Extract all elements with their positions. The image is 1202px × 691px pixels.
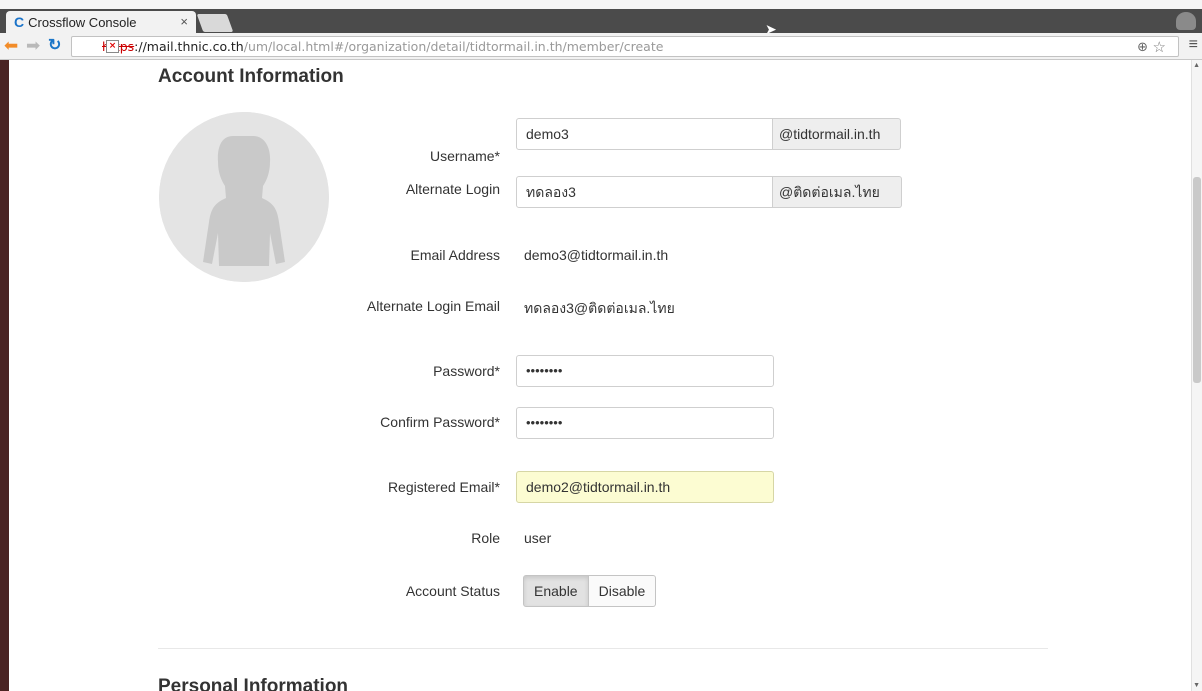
browser-menu-icon[interactable]: ≡ (1189, 36, 1198, 54)
email-address-value: demo3@tidtormail.in.th (524, 247, 669, 263)
password-input[interactable]: •••••••• (516, 355, 774, 387)
insecure-lock-icon[interactable]: × (106, 40, 119, 53)
person-silhouette-icon (159, 112, 329, 282)
section-divider (158, 648, 1048, 649)
registered-email-input[interactable]: demo2@tidtormail.in.th (516, 471, 774, 503)
bookmark-star-icon[interactable]: ☆ (1153, 38, 1166, 57)
username-domain-addon: @tidtormail.in.th (773, 118, 901, 150)
browser-toolbar: ⬅ ➡ ↻ × https://mail.thnic.co.th/um/loca… (0, 33, 1202, 60)
zoom-icon[interactable]: ⊕ (1137, 38, 1148, 57)
role-value: user (524, 530, 552, 546)
scrollbar-thumb[interactable] (1193, 177, 1201, 383)
confirm-password-label: Confirm Password* (380, 414, 500, 430)
url-host: ://mail.thnic.co.th (134, 39, 244, 54)
tab-close-icon[interactable]: × (180, 14, 188, 29)
account-status-toggle: Enable Disable (523, 575, 657, 607)
registered-email-label: Registered Email* (387, 479, 500, 495)
alternate-login-email-label: Alternate Login Email (366, 298, 500, 314)
incognito-icon (1176, 12, 1196, 30)
enable-button[interactable]: Enable (523, 575, 589, 607)
new-tab-button[interactable] (196, 14, 234, 32)
disable-button[interactable]: Disable (588, 575, 657, 607)
address-bar[interactable]: × https://mail.thnic.co.th/um/local.html… (71, 36, 1179, 57)
username-label: Username* (429, 148, 500, 164)
back-arrow-icon[interactable]: ⬅ (4, 36, 18, 56)
left-edge-bar (0, 60, 9, 691)
confirm-password-input[interactable]: •••••••• (516, 407, 774, 439)
alternate-login-domain-addon: @ติดต่อเมล.ไทย (773, 176, 902, 208)
username-input[interactable]: demo3 (516, 118, 773, 150)
password-label: Password* (433, 363, 500, 379)
window-top-strip (0, 0, 1202, 9)
crossflow-favicon-icon: C (14, 14, 25, 30)
alternate-login-email-value: ทดลอง3@ติดต่อเมล.ไทย (524, 300, 675, 316)
scroll-up-icon[interactable]: ▲ (1193, 62, 1200, 69)
reload-icon[interactable]: ↻ (48, 36, 61, 56)
forward-arrow-icon[interactable]: ➡ (26, 36, 40, 56)
role-label: Role (471, 530, 500, 546)
alternate-login-input[interactable]: ทดลอง3 (516, 176, 773, 208)
scroll-down-icon[interactable]: ▼ (1193, 682, 1200, 689)
personal-information-heading: Personal Information (158, 676, 349, 691)
account-status-label: Account Status (405, 583, 500, 599)
alternate-login-label: Alternate Login (405, 181, 500, 197)
email-address-label: Email Address (410, 247, 500, 263)
tab-bar: C Crossflow Console × ➤ (0, 9, 1202, 37)
url-path: /um/local.html#/organization/detail/tidt… (243, 39, 664, 54)
tab-title: Crossflow Console (28, 14, 137, 30)
avatar-placeholder[interactable] (159, 112, 329, 282)
account-information-heading: Account Information (158, 66, 344, 87)
browser-tab[interactable]: C Crossflow Console × (6, 11, 196, 33)
